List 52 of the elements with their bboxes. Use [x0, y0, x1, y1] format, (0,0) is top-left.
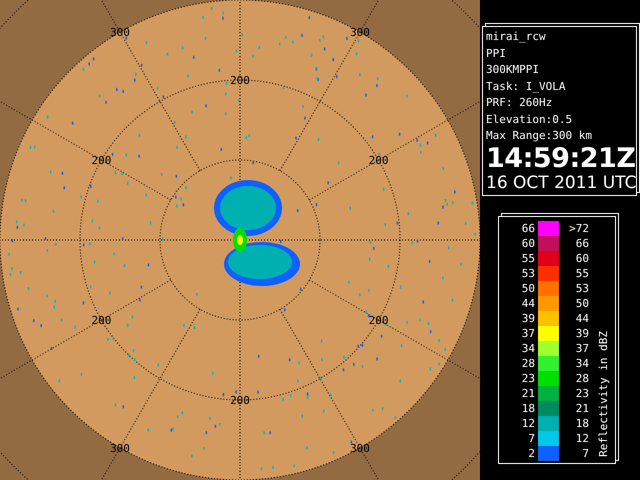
range-label: 200 [368, 154, 388, 167]
legend-title: Reflectivity in dBZ [597, 330, 610, 456]
legend-value: 18 [574, 416, 590, 430]
legend-value: 39 [520, 312, 536, 324]
info-line: PPI [486, 46, 507, 62]
range-label: 200 [368, 314, 388, 327]
legend-value: 28 [574, 372, 590, 384]
range-label: 200 [92, 314, 112, 327]
legend-value: 37 [574, 342, 590, 354]
legend-value: 37 [520, 326, 536, 340]
legend-value: 39 [574, 326, 590, 340]
legend-value: 53 [520, 266, 536, 280]
info-line: Task: I_VOLA [486, 78, 566, 95]
legend-value: 44 [574, 312, 590, 324]
legend-value: 34 [574, 356, 590, 370]
legend-value: >72 [568, 222, 590, 234]
scan-date: 16 OCT 2011 UTC [486, 172, 634, 192]
range-label: 200 [230, 74, 250, 87]
legend-value: 34 [520, 342, 536, 354]
legend-value: 18 [520, 402, 536, 414]
legend-value: 66 [520, 222, 536, 234]
legend-value: 7 [581, 446, 590, 460]
scan-time: 14:59:21Z [486, 144, 634, 172]
legend-value: 28 [520, 356, 536, 370]
info-line: Elevation:0.5 [486, 112, 574, 128]
info-line: 300KMPPI [486, 62, 540, 78]
legend-value: 23 [574, 386, 590, 400]
range-label: 200 [230, 394, 250, 407]
legend-value: 66 [574, 236, 590, 250]
legend-value: 12 [574, 432, 590, 444]
legend-value: 53 [574, 282, 590, 294]
legend-value: 60 [520, 236, 536, 250]
legend-value: 55 [520, 252, 536, 264]
range-label: 300 [110, 26, 130, 40]
legend-value: 21 [574, 402, 590, 414]
info-line: mirai_rcw [486, 29, 547, 45]
info-line: Max Range:300 km [486, 128, 593, 144]
legend-value: 60 [574, 252, 590, 264]
legend-value: 2 [527, 446, 536, 460]
legend-value: 7 [527, 432, 536, 444]
range-label: 300 [110, 442, 130, 455]
legend-value: 44 [520, 296, 536, 310]
legend-value: 55 [574, 266, 590, 280]
range-label: 300 [350, 442, 370, 455]
legend-value: 12 [520, 416, 536, 430]
legend-value: 50 [520, 282, 536, 294]
info-line: PRF: 260Hz [486, 95, 554, 111]
legend-value: 21 [520, 386, 536, 400]
range-label: 200 [92, 154, 112, 167]
legend-value: 50 [574, 296, 590, 310]
range-label: 300 [350, 26, 370, 40]
legend-value: 23 [520, 372, 536, 384]
